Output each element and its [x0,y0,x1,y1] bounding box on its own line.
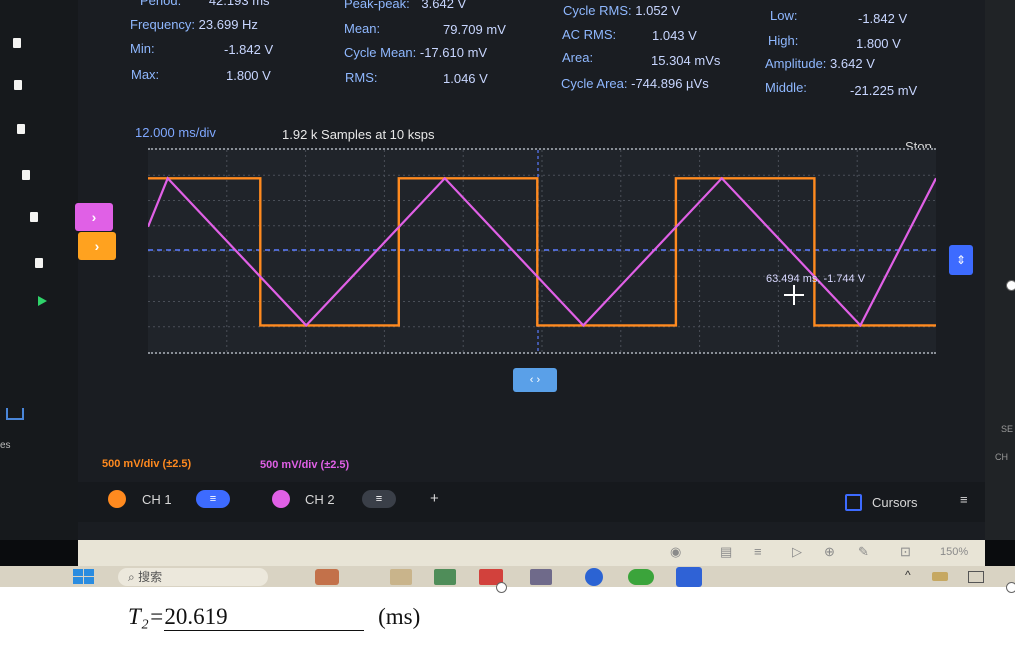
measure-cycle-mean: Cycle Mean: -17.610 mV [344,45,488,60]
cursors-checkbox[interactable] [845,494,862,511]
oscilloscope-photo: es SE CH Period: 42.193 ms Frequency: 23… [0,0,1015,587]
app-icon-3[interactable] [434,569,456,585]
measure-mean-value: 79.709 mV [443,22,506,37]
export-icon[interactable] [6,408,24,420]
play-icon[interactable]: ▷ [792,544,802,560]
measure-min-value: -1.842 V [224,42,274,57]
app-icon-6[interactable] [585,568,603,586]
measure-mean: Mean: [344,21,381,36]
app-icon-5[interactable] [530,569,552,585]
timebase-label[interactable]: 12.000 ms/div [135,125,216,140]
zoom-level[interactable]: 150% [940,546,968,558]
trigger-position-handle[interactable]: ‹ › [513,368,557,392]
measure-middle-value: -21.225 mV [850,83,918,98]
answer-blank[interactable]: 20.619 [164,604,365,631]
tool-icon-3[interactable] [17,124,25,134]
plot-grid [148,150,936,352]
measure-max-value: 1.800 V [226,68,271,83]
right-edge-strip: SE CH [985,0,1015,540]
side-label-left: es [0,440,11,451]
cursor-crosshair[interactable] [784,285,804,305]
tool-icon-6[interactable] [35,258,43,268]
ch2-label[interactable]: CH 2 [305,492,335,507]
search-icon: ⌕ [128,570,135,584]
cursors-label[interactable]: Cursors [872,495,918,510]
app-icon-7[interactable] [628,569,654,585]
tool-icon-1[interactable] [13,38,21,48]
side-label-right-top: SE [1001,424,1014,434]
waveform-svg [148,150,936,352]
answer-label: T₂= [128,604,165,629]
measure-area: Area: [562,50,594,65]
tool-icon-2[interactable] [14,80,22,90]
samples-label: 1.92 k Samples at 10 ksps [282,127,435,142]
ch2-settings-toggle[interactable]: ≡ [362,490,396,508]
measure-max: Max: [131,67,160,82]
answer-unit: (ms) [378,604,421,629]
measure-cycle-area: Cycle Area: -744.896 µVs [561,76,709,91]
ch1-settings-toggle[interactable]: ≡ [196,490,230,508]
app-icon-2[interactable] [390,569,412,585]
cursor-readout: 63.494 ms, -1.744 V [766,273,866,285]
measure-rms-value: 1.046 V [443,71,488,86]
resize-handle-bottom[interactable] [496,582,507,593]
measure-low-value: -1.842 V [858,11,908,26]
cursors-settings[interactable]: ≡ [960,492,968,507]
tray-chevron-icon[interactable]: ^ [905,568,911,582]
tool-icon-4[interactable] [22,170,30,180]
measure-cycle-rms: Cycle RMS: 1.052 V [563,3,681,18]
trigger-level-handle[interactable]: ⇕ [949,245,973,275]
fit-icon[interactable]: ⊡ [900,544,911,560]
resize-handle-corner[interactable] [1006,582,1015,593]
answer-value: 20.619 [164,604,228,629]
ch2-scale-label: 500 mV/div (±2.5) [260,459,350,471]
measure-period: Period: 42.193 ms [140,0,270,8]
left-tool-strip: es [0,0,78,540]
waveforms-app-icon[interactable] [676,567,702,587]
measure-low: Low: [770,8,798,23]
ch1-label[interactable]: CH 1 [142,492,172,507]
ch1-scale-label: 500 mV/div (±2.5) [102,458,192,470]
measure-ac-rms: AC RMS: [562,27,617,42]
page-icon[interactable]: ▤ [720,544,732,560]
taskbar-search[interactable]: ⌕ 搜索 [118,568,268,586]
waveform-plot[interactable] [148,148,936,354]
windows-start-icon[interactable] [73,569,95,585]
app-icon-1[interactable] [315,569,339,585]
run-icon[interactable] [38,296,47,306]
answer-line: T₂=20.619 (ms) [128,604,420,631]
measure-rms: RMS: [345,70,378,85]
measure-ac-rms-value: 1.043 V [652,28,697,43]
measure-peak-peak: Peak-peak: 3.642 V [344,0,467,11]
side-label-right-bottom: CH [995,452,1008,462]
tool-icon-5[interactable] [30,212,38,222]
globe-icon[interactable]: ⊕ [824,544,835,560]
measure-amplitude: Amplitude: 3.642 V [765,56,875,71]
measure-high: High: [768,33,799,48]
list-icon[interactable]: ≡ [754,544,762,559]
measure-min: Min: [130,41,155,56]
app-toolbar: ◉ ▤ ≡ ▷ ⊕ ✎ ⊡ 150% [78,540,985,566]
tray-icon-1[interactable] [932,572,948,581]
measure-frequency: Frequency: 23.699 Hz [130,17,258,32]
eye-icon[interactable]: ◉ [670,544,681,560]
add-channel-button[interactable]: + [430,490,439,507]
measure-high-value: 1.800 V [856,36,901,51]
ch2-level-marker[interactable]: › [75,203,113,231]
ch2-color-dot[interactable] [272,490,290,508]
ch1-color-dot[interactable] [108,490,126,508]
ch1-level-marker[interactable]: › [78,232,116,260]
measure-middle: Middle: [765,80,807,95]
measure-area-value: 15.304 mVs [651,53,721,68]
os-taskbar: ⌕ 搜索 ^ [0,566,1015,587]
resize-handle-right[interactable] [1006,280,1015,291]
tray-icon-2[interactable] [968,571,984,583]
pen-icon[interactable]: ✎ [858,544,869,560]
search-placeholder: 搜索 [138,570,163,584]
